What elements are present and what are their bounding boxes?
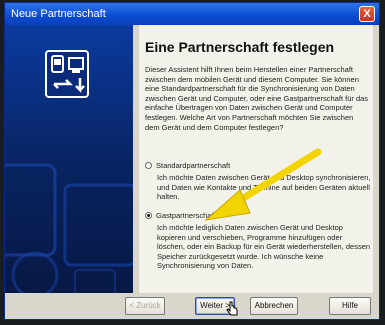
mouse-cursor-icon [226,301,238,316]
help-button[interactable]: Hilfe [329,297,371,315]
cancel-button[interactable]: Abbrechen [250,297,298,315]
radio-guest[interactable]: Gastpartnerschaft [145,211,216,220]
device-sync-icon [45,50,89,98]
wizard-window: Neue Partnerschaft X Eine Partnerschaft … [4,2,380,320]
close-button[interactable]: X [359,6,375,22]
radio-standard-label[interactable]: Standardpartnerschaft [156,161,230,170]
wizard-banner [5,25,133,293]
radio-guest-indicator[interactable] [145,212,152,219]
button-bar: < Zurück Weiter > Abbrechen Hilfe [5,293,379,319]
window-title: Neue Partnerschaft [11,8,106,20]
title-bar[interactable]: Neue Partnerschaft X [5,3,379,25]
radio-guest-label[interactable]: Gastpartnerschaft [156,211,216,220]
wizard-content: Eine Partnerschaft festlegen Dieser Assi… [139,25,373,293]
radio-standard-indicator[interactable] [145,162,152,169]
radio-standard[interactable]: Standardpartnerschaft [145,161,230,170]
standard-description: Ich möchte Daten zwischen Gerät und Desk… [157,173,371,202]
banner-decoration [5,163,133,293]
back-button[interactable]: < Zurück [125,297,165,315]
intro-text: Dieser Assistent hilft Ihnen beim Herste… [145,65,369,132]
guest-description: Ich möchte lediglich Daten zwischen Gerä… [157,223,371,271]
page-heading: Eine Partnerschaft festlegen [145,39,335,55]
